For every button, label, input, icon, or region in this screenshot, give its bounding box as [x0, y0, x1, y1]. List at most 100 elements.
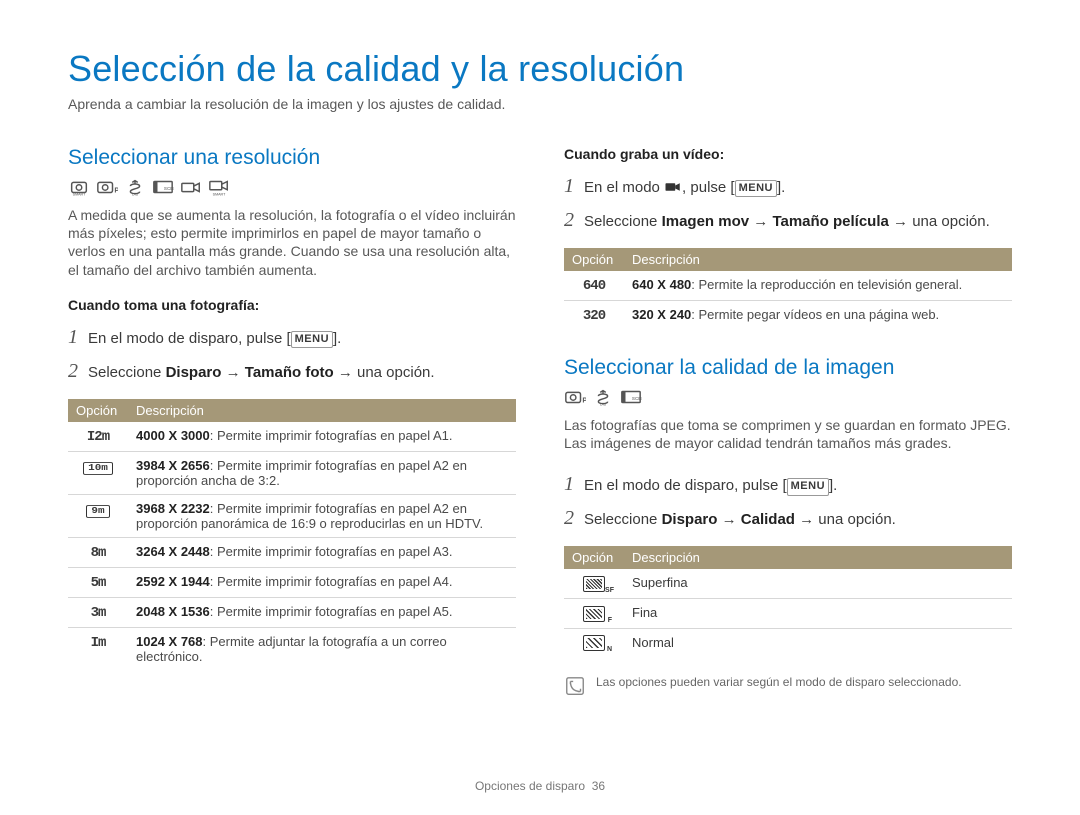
- bold: Calidad: [741, 511, 795, 528]
- opt-icon-10mw: 10m: [68, 451, 128, 494]
- photo-resolution-table: Opción Descripción I2m4000 X 3000: Permi…: [68, 399, 516, 670]
- svg-text:P: P: [582, 396, 586, 405]
- video-step-2: 2 Seleccione Imagen mov → Tamaño películ…: [564, 206, 1012, 234]
- step-text: Seleccione Disparo → Calidad → una opció…: [584, 509, 1012, 530]
- smart-movie-icon: SMART: [208, 178, 230, 196]
- arrow: →: [717, 511, 740, 528]
- table-row: 9m3968 X 2232: Permite imprimir fotograf…: [68, 494, 516, 537]
- text: En el modo: [584, 179, 664, 196]
- bold: 3968 X 2232: [136, 501, 210, 516]
- step-text: Seleccione Disparo → Tamaño foto → una o…: [88, 362, 516, 383]
- text: Seleccione: [88, 364, 166, 381]
- desc: 3984 X 2656: Permite imprimir fotografía…: [128, 451, 516, 494]
- step-text: Seleccione Imagen mov → Tamaño película …: [584, 211, 1012, 232]
- photo-subhead: Cuando toma una fotografía:: [68, 297, 516, 313]
- table-header: Opción Descripción: [564, 248, 1012, 271]
- step-number: 1: [68, 323, 82, 351]
- table-row: 3m 2048 X 1536: Permite imprimir fotograf…: [68, 597, 516, 627]
- text: : Permite imprimir fotografías en papel …: [210, 428, 453, 443]
- text: Seleccione: [584, 511, 662, 528]
- opt-icon-5m: 5m: [68, 567, 128, 597]
- opt-icon-fine: [564, 598, 624, 628]
- desc: 640 X 480: Permite la reproducción en te…: [624, 271, 1012, 301]
- bold: 2592 X 1944: [136, 574, 210, 589]
- movie-icon: [180, 178, 202, 196]
- footer-section: Opciones de disparo: [475, 779, 585, 793]
- section-quality-heading: Seleccionar la calidad de la imagen: [564, 356, 1012, 380]
- th-option: Opción: [564, 546, 624, 569]
- video-subhead: Cuando graba un vídeo:: [564, 146, 1012, 162]
- mode-icons-row-quality: P DIS SCENE: [564, 388, 1012, 406]
- step-number: 1: [564, 172, 578, 200]
- desc: Superfina: [624, 569, 1012, 598]
- text: : Permite imprimir fotografías en papel …: [210, 604, 453, 619]
- opt-icon-3m: 3m: [68, 597, 128, 627]
- opt-icon-12m: I2m: [68, 422, 128, 452]
- desc: 3264 X 2448: Permite imprimir fotografía…: [128, 537, 516, 567]
- th-option: Opción: [564, 248, 624, 271]
- bold: 2048 X 1536: [136, 604, 210, 619]
- arrow: →: [221, 364, 244, 381]
- movie-mode-icon: [664, 179, 682, 193]
- table-header: Opción Descripción: [564, 546, 1012, 569]
- menu-button-label: MENU: [787, 478, 829, 495]
- table-row: 10m3984 X 2656: Permite imprimir fotogra…: [68, 451, 516, 494]
- table-row: Normal: [564, 628, 1012, 657]
- photo-steps: 1 En el modo de disparo, pulse [MENU]. 2…: [68, 323, 516, 385]
- table-row: Im1024 X 768: Permite adjuntar la fotogr…: [68, 627, 516, 670]
- svg-text:SCENE: SCENE: [632, 396, 642, 401]
- dis-icon: DIS: [592, 388, 614, 406]
- note: Las opciones pueden variar según el modo…: [564, 675, 1012, 697]
- table-row: 320320 X 240: Permite pegar vídeos en un…: [564, 301, 1012, 331]
- text: : Permite pegar vídeos en una página web…: [691, 307, 939, 322]
- svg-text:SMART: SMART: [213, 192, 226, 196]
- bold: Tamaño foto: [245, 364, 334, 381]
- page-title: Selección de la calidad y la resolución: [68, 48, 1012, 90]
- table-row: Fina: [564, 598, 1012, 628]
- table-row: 5m2592 X 1944: Permite imprimir fotograf…: [68, 567, 516, 597]
- opt-icon-640: 640: [564, 271, 624, 301]
- quality-table: Opción Descripción Superfina Fina Normal: [564, 546, 1012, 657]
- step-text: En el modo de disparo, pulse [MENU].: [584, 475, 1012, 496]
- text: ].: [333, 330, 341, 347]
- bold: Imagen mov: [662, 213, 750, 230]
- photo-step-1: 1 En el modo de disparo, pulse [MENU].: [68, 323, 516, 351]
- opt-icon-320: 320: [564, 301, 624, 331]
- photo-step-2: 2 Seleccione Disparo → Tamaño foto → una…: [68, 357, 516, 385]
- video-step-1: 1 En el modo , pulse [MENU].: [564, 172, 1012, 200]
- text: , pulse [: [682, 179, 735, 196]
- step-number: 2: [68, 357, 82, 385]
- video-resolution-table: Opción Descripción 640640 X 480: Permite…: [564, 248, 1012, 330]
- desc: 3968 X 2232: Permite imprimir fotografía…: [128, 494, 516, 537]
- right-column: Cuando graba un vídeo: 1 En el modo , pu…: [564, 146, 1012, 697]
- desc: Normal: [624, 628, 1012, 657]
- th-description: Descripción: [624, 248, 1012, 271]
- quality-step-2: 2 Seleccione Disparo → Calidad → una opc…: [564, 504, 1012, 532]
- opt-icon-8m: 8m: [68, 537, 128, 567]
- text: → una opción.: [334, 364, 435, 381]
- scene-icon: SCENE: [152, 178, 174, 196]
- svg-text:P: P: [114, 186, 118, 195]
- bold: 640 X 480: [632, 277, 691, 292]
- quality-paragraph: Las fotografías que toma se comprimen y …: [564, 416, 1012, 452]
- opt-icon-superfine: [564, 569, 624, 598]
- bold: 3984 X 2656: [136, 458, 210, 473]
- quality-steps: 1 En el modo de disparo, pulse [MENU]. 2…: [564, 470, 1012, 532]
- table-row: Superfina: [564, 569, 1012, 598]
- menu-button-label: MENU: [291, 331, 333, 348]
- note-text: Las opciones pueden variar según el modo…: [596, 675, 962, 689]
- svg-text:SCENE: SCENE: [164, 186, 174, 191]
- desc: Fina: [624, 598, 1012, 628]
- dis-icon: DIS: [124, 178, 146, 196]
- two-column-layout: Seleccionar una resolución SMART P DIS S…: [68, 146, 1012, 697]
- table-row: 8m3264 X 2448: Permite imprimir fotograf…: [68, 537, 516, 567]
- desc: 320 X 240: Permite pegar vídeos en una p…: [624, 301, 1012, 331]
- svg-text:SMART: SMART: [73, 192, 86, 196]
- resolution-paragraph: A medida que se aumenta la resolución, l…: [68, 206, 516, 279]
- step-number: 1: [564, 470, 578, 498]
- text: En el modo de disparo, pulse [: [88, 330, 291, 347]
- text: Seleccione: [584, 213, 662, 230]
- text: : Permite la reproducción en televisión …: [691, 277, 962, 292]
- arrow: →: [749, 213, 772, 230]
- bold: Tamaño película: [772, 213, 888, 230]
